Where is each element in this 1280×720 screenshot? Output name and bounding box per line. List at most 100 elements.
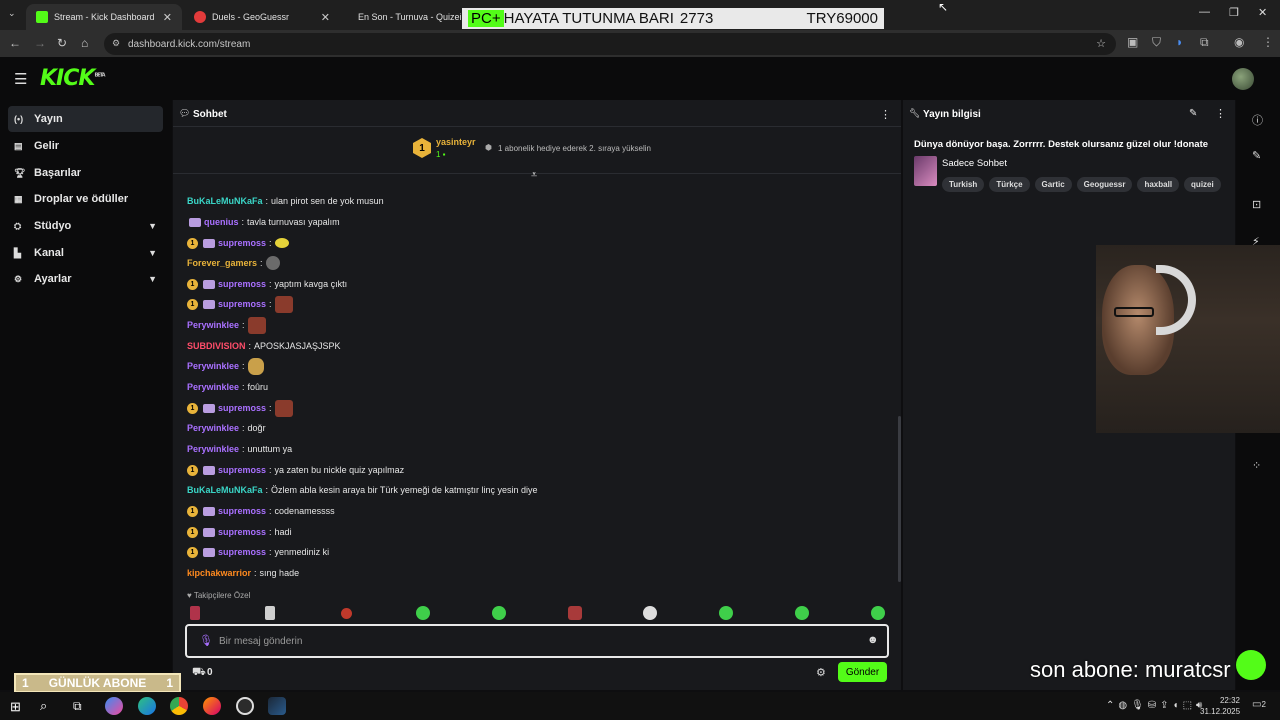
hamburger-menu-icon[interactable]: ☰ [14,70,27,88]
bookmark-star-icon[interactable]: ☆ [1096,37,1106,50]
tab-list-icon[interactable]: ⌄ [8,8,16,19]
tag-pill[interactable]: Turkish [942,177,985,192]
copilot-icon[interactable] [105,697,123,715]
channel-points-icon[interactable]: ⛟ [192,666,206,680]
tab-kick-dashboard[interactable]: Stream - Kick Dashboard ✕ [26,4,182,30]
chat-scrollbar[interactable] [898,416,901,582]
chrome-icon[interactable] [170,697,188,715]
extension-audio-icon[interactable]: ◗ [1176,35,1183,49]
chevron-down-icon[interactable]: ▼ [148,274,157,284]
sidebar-item-basarilar[interactable]: 🏆︎ Başarılar [8,160,163,186]
chat-username[interactable]: supremoss [218,527,266,537]
quick-emote-icon[interactable] [492,606,506,620]
notification-icon[interactable]: ▭2 [1252,699,1266,710]
extension-screen-icon[interactable]: ▣ [1127,35,1138,49]
chat-input[interactable] [219,632,819,650]
url-field[interactable]: ⚙ dashboard.kick.com/stream ☆ [104,33,1116,55]
windows-start-icon[interactable]: ⊞ [10,699,21,715]
chat-username[interactable]: supremoss [218,547,266,557]
forward-icon[interactable]: → [34,36,46,50]
firefox-icon[interactable] [203,697,221,715]
back-icon[interactable]: ← [9,36,21,50]
profile-icon[interactable]: ◉ [1234,35,1244,49]
quick-emote-icon[interactable] [795,606,809,620]
tag-pill[interactable]: Türkçe [989,177,1030,192]
chat-options-icon[interactable]: ⋮ [880,108,891,121]
tag-pill[interactable]: haxball [1137,177,1180,192]
sidebar-item-gelir[interactable]: ▤ Gelir [8,133,163,159]
quick-emote-icon[interactable] [190,606,200,620]
chat-username[interactable]: Perywinklee [187,423,239,433]
chevron-down-icon[interactable]: ▼ [148,221,157,231]
kick-logo[interactable]: KICKBETA [40,66,106,91]
screen-icon[interactable]: ⊡ [1252,198,1261,211]
chat-username[interactable]: BuKaLeMuNKaFa [187,196,263,206]
tab-quizei[interactable]: En Son - Turnuva - Quizei [342,4,466,30]
system-tray-icons[interactable]: ⌃◍🎙︎⛁⇪◖⬚🔊︎ [1106,700,1206,711]
quick-emote-icon[interactable] [871,606,885,620]
scroll-down-icon[interactable]: ⩡ [531,169,537,182]
chat-username[interactable]: Perywinklee [187,382,239,392]
chat-username[interactable]: supremoss [218,403,266,413]
obs-icon[interactable] [236,697,254,715]
maximize-icon[interactable]: ❐ [1229,6,1239,19]
sidebar-item-yayin[interactable]: (•) Yayın [8,106,163,132]
home-icon[interactable]: ⌂ [81,36,88,50]
emoji-picker-icon[interactable]: ☻ [867,634,879,646]
tab-geoguessr[interactable]: Duels - GeoGuessr ✕ [184,4,340,30]
chat-username[interactable]: Perywinklee [187,444,239,454]
quick-emote-icon[interactable] [265,606,275,620]
chevron-down-icon[interactable]: ▼ [148,248,157,258]
browser-menu-icon[interactable]: ⋮ [1262,35,1274,49]
chat-username[interactable]: supremoss [218,238,266,248]
edit-pencil-icon[interactable]: ✎ [1189,108,1197,119]
steam-icon[interactable] [268,697,286,715]
chat-username[interactable]: supremoss [218,465,266,475]
site-info-icon[interactable]: ⚙ [112,38,120,49]
minimize-icon[interactable]: — [1199,6,1210,18]
edit-icon[interactable]: ✎ [1252,149,1261,162]
microphone-icon[interactable]: 🎙︎ [199,634,213,647]
user-avatar[interactable] [1232,68,1254,90]
category-name[interactable]: Sadece Sohbet [942,158,1007,169]
close-window-icon[interactable]: ✕ [1258,6,1267,19]
stream-info-options-icon[interactable]: ⋮ [1215,107,1226,120]
info-icon[interactable]: ⓘ [1252,112,1263,128]
taskbar-clock[interactable]: 22:32 31.12.2025 [1200,695,1240,717]
chat-settings-icon[interactable]: ⚙ [816,666,826,679]
chat-username[interactable]: quenius [204,217,239,227]
chat-username[interactable]: kipchakwarrior [187,568,251,578]
chat-username[interactable]: Perywinklee [187,320,239,330]
tag-pill[interactable]: Gartic [1034,177,1072,192]
chat-username[interactable]: SUBDIVISION [187,341,246,351]
chat-username[interactable]: BuKaLeMuNKaFa [187,485,263,495]
search-icon[interactable]: ⌕ [40,698,47,714]
quick-emote-icon[interactable] [643,606,657,620]
task-view-icon[interactable]: ⧉ [73,699,82,714]
close-tab-icon[interactable]: ✕ [163,11,172,24]
chat-username[interactable]: supremoss [218,299,266,309]
chat-username[interactable]: Perywinklee [187,361,239,371]
sidebar-item-kanal[interactable]: ▙ Kanal ▼ [8,240,163,266]
quick-emote-icon[interactable] [341,608,352,619]
close-tab-icon[interactable]: ✕ [321,11,330,24]
category-thumbnail[interactable] [914,156,937,186]
sidebar-item-ayarlar[interactable]: ⚙ Ayarlar ▼ [8,266,163,292]
sidebar-item-studyo[interactable]: ⛭ Stüdyo ▼ [8,213,163,239]
chat-username[interactable]: supremoss [218,506,266,516]
extension-shield-icon[interactable]: ⛉ [1152,35,1161,50]
tag-pill[interactable]: quizei [1184,177,1221,192]
chat-username[interactable]: supremoss [218,279,266,289]
send-button[interactable]: Gönder [838,662,887,682]
extensions-puzzle-icon[interactable]: ⧉ [1200,35,1209,50]
share-icon[interactable]: ⁘ [1252,459,1261,472]
quick-emote-icon[interactable] [568,606,582,620]
chat-username[interactable]: Forever_gamers [187,258,257,268]
quick-emote-icon[interactable] [719,606,733,620]
reload-icon[interactable]: ↻ [57,36,67,50]
tag-pill[interactable]: Geoguessr [1076,177,1133,192]
leader-username[interactable]: yasinteyr [436,137,476,147]
edge-icon[interactable] [138,697,156,715]
quick-emote-icon[interactable] [416,606,430,620]
sidebar-item-droplar[interactable]: ▦ Droplar ve ödüller [8,186,163,212]
